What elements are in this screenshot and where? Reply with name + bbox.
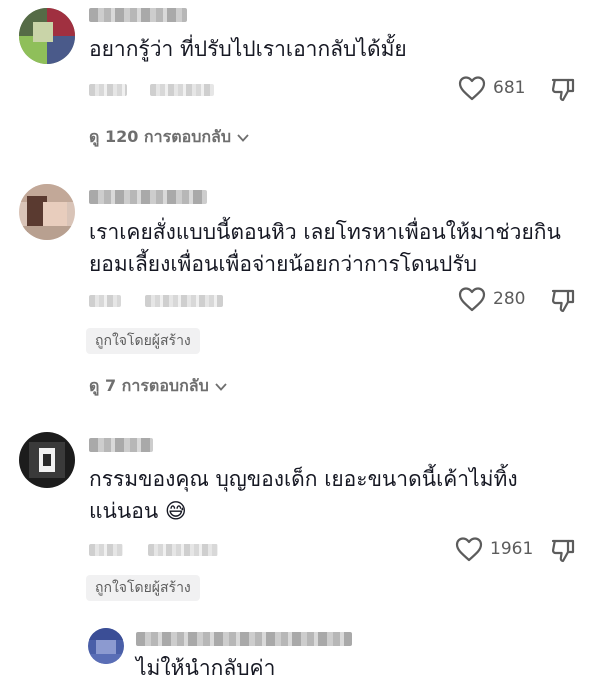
- comment-text-line: กรรมของคุณ บุญของเด็ก เยอะขนาดนี้เค้าไม่…: [89, 467, 518, 491]
- comment-text-line: เราเคยสั่งแบบนี้ตอนหิว เลยโทรหาเพื่อนให้…: [89, 220, 561, 244]
- like-count: 681: [493, 78, 526, 98]
- comment-3: กรรมของคุณ บุญของเด็ก เยอะขนาดนี้เค้าไม่…: [0, 428, 600, 608]
- view-replies-label: ดู 120 การตอบกลับ: [89, 127, 231, 146]
- timestamp: [89, 84, 127, 96]
- avatar[interactable]: [19, 432, 75, 488]
- chevron-down-icon: [237, 133, 249, 142]
- avatar[interactable]: [88, 628, 124, 664]
- username[interactable]: [89, 438, 153, 452]
- chevron-down-icon: [215, 382, 227, 391]
- comment-text: อยากรู้ว่า ที่ปรับไปเราเอากลับได้มั้ย: [89, 33, 407, 65]
- comment-text-line: ยอมเลี้ยงเพื่อนเพื่อจ่ายน้อยกว่าการโดนปร…: [89, 252, 477, 276]
- comment-2: เราเคยสั่งแบบนี้ตอนหิว เลยโทรหาเพื่อนให้…: [0, 178, 600, 408]
- heart-icon: [458, 287, 486, 312]
- reply-comment: ไม่ให้นำกลับค่า: [0, 622, 600, 689]
- view-replies-button[interactable]: ดู 7 การตอบกลับ: [89, 374, 228, 399]
- liked-by-creator-badge: ถูกใจโดยผู้สร้าง: [86, 575, 200, 601]
- reply-button[interactable]: [145, 295, 223, 307]
- liked-by-creator-badge: ถูกใจโดยผู้สร้าง: [86, 328, 200, 354]
- comment-text-line: อยากรู้ว่า ที่ปรับไปเราเอากลับได้มั้ย: [89, 37, 407, 61]
- avatar[interactable]: [19, 184, 75, 240]
- timestamp: [89, 295, 121, 307]
- view-replies-label: ดู 7 การตอบกลับ: [89, 376, 209, 395]
- username[interactable]: [89, 190, 207, 204]
- reply-button[interactable]: [150, 84, 214, 96]
- comment-text: กรรมของคุณ บุญของเด็ก เยอะขนาดนี้เค้าไม่…: [89, 463, 518, 527]
- view-replies-button[interactable]: ดู 120 การตอบกลับ: [89, 125, 250, 150]
- username[interactable]: [136, 632, 352, 646]
- dislike-icon[interactable]: [550, 537, 576, 563]
- avatar[interactable]: [19, 8, 75, 64]
- timestamp: [89, 544, 123, 556]
- username[interactable]: [89, 8, 187, 22]
- comment-text-line: แน่นอน 😅: [89, 499, 187, 523]
- reply-text: ไม่ให้นำกลับค่า: [136, 656, 276, 680]
- reply-button[interactable]: [148, 544, 218, 556]
- comment-1: อยากรู้ว่า ที่ปรับไปเราเอากลับได้มั้ย 68…: [0, 0, 600, 160]
- dislike-icon[interactable]: [550, 76, 576, 102]
- like-button[interactable]: 1961: [455, 536, 533, 562]
- comment-text: เราเคยสั่งแบบนี้ตอนหิว เลยโทรหาเพื่อนให้…: [89, 216, 561, 280]
- like-button[interactable]: 681: [458, 75, 525, 101]
- heart-icon: [455, 537, 483, 562]
- dislike-icon[interactable]: [550, 287, 576, 313]
- like-button[interactable]: 280: [458, 286, 525, 312]
- like-count: 280: [493, 289, 526, 309]
- like-count: 1961: [490, 539, 534, 559]
- heart-icon: [458, 76, 486, 101]
